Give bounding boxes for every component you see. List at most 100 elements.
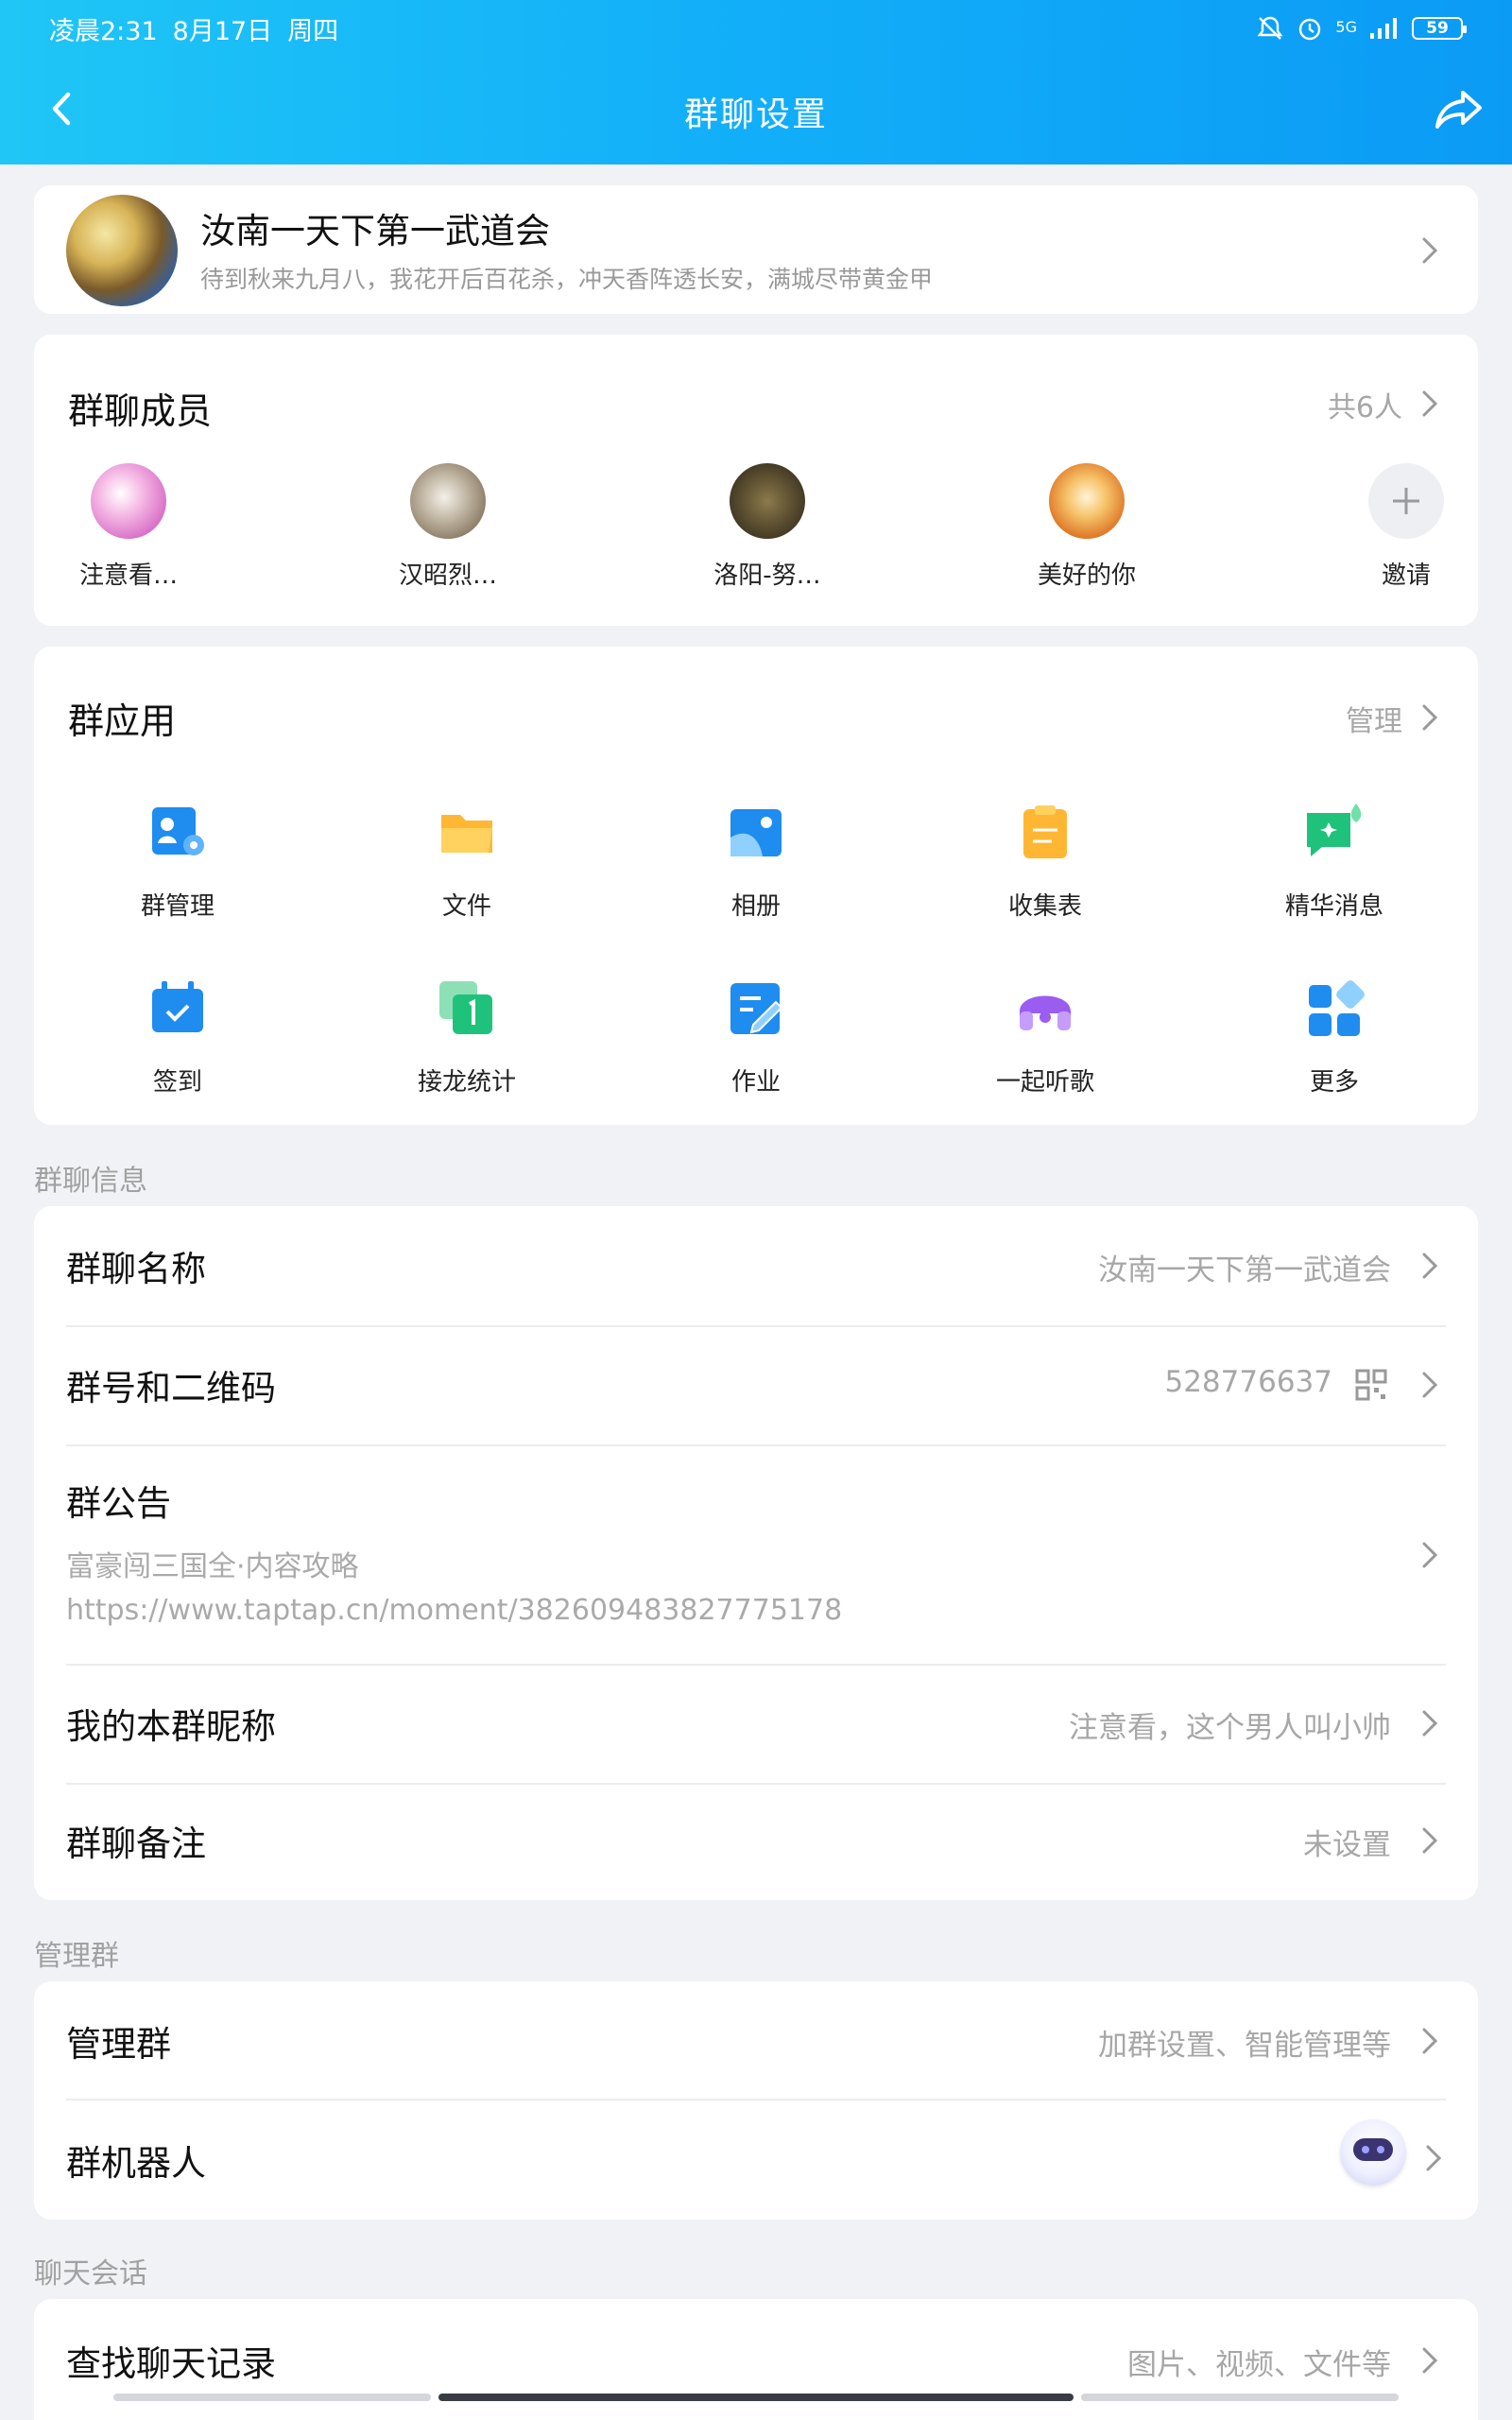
manage-card: 管理群 加群设置、智能管理等 群机器人 — [34, 1981, 1478, 2220]
member-item[interactable]: 美好的你 — [992, 463, 1181, 591]
group-info-card: 群聊名称 汝南一天下第一武道会 群号和二维码 528776637 群公告 富豪闯… — [34, 1206, 1478, 1900]
chevron-right-icon — [1422, 237, 1438, 264]
relay-icon — [439, 981, 492, 1034]
gesture-bar-left — [113, 2394, 431, 2401]
app-essence-messages[interactable]: 精华消息 — [1230, 802, 1438, 922]
member-name: 汉昭烈… — [398, 562, 497, 590]
row-title: 群公告 — [66, 1483, 171, 1524]
battery-indicator: 59 — [1412, 17, 1467, 40]
section-label-manage: 管理群 — [34, 1940, 119, 1973]
chat-card: 查找聊天记录 图片、视频、文件等 — [34, 2299, 1478, 2420]
status-date: 8月17日 — [172, 16, 273, 46]
member-item[interactable]: 汉昭烈… — [353, 463, 542, 591]
mute-bell-icon — [1258, 16, 1283, 40]
app-files[interactable]: 文件 — [363, 802, 571, 922]
member-avatar — [1049, 463, 1125, 539]
battery-level: 59 — [1426, 19, 1449, 38]
share-icon[interactable] — [1431, 83, 1486, 134]
row-title: 群机器人 — [66, 2143, 206, 2184]
chevron-right-icon — [1422, 1253, 1438, 1279]
group-avatar — [66, 195, 178, 306]
chevron-right-icon[interactable] — [1419, 701, 1440, 734]
member-name: 洛阳-努… — [713, 562, 821, 590]
group-name: 汝南一天下第一武道会 — [200, 211, 550, 251]
members-count[interactable]: 共6人 — [1328, 384, 1402, 425]
app-label: 更多 — [1309, 1068, 1359, 1097]
app-label: 一起听歌 — [995, 1068, 1094, 1097]
app-album[interactable]: 相册 — [652, 802, 860, 922]
row-value: 图片、视频、文件等 — [1127, 2348, 1391, 2382]
app-label: 精华消息 — [1284, 892, 1383, 921]
group-number-row[interactable]: 群号和二维码 528776637 — [34, 1327, 1478, 1444]
app-homework[interactable]: 作业 — [652, 977, 860, 1098]
manage-group-row[interactable]: 管理群 加群设置、智能管理等 — [34, 1981, 1478, 2099]
section-label-group-info: 群聊信息 — [34, 1165, 147, 1198]
alarm-icon — [1299, 18, 1321, 41]
robot-avatar-icon — [1340, 2119, 1406, 2186]
group-notice-row[interactable]: 群公告 富豪闯三国全·内容攻略 https://www.taptap.cn/mo… — [34, 1446, 1478, 1664]
chevron-right-icon — [1422, 1542, 1438, 1568]
apps-title: 群应用 — [68, 700, 177, 742]
status-time: 凌晨2:31 — [49, 16, 158, 46]
member-name: 美好的你 — [1037, 562, 1136, 590]
status-weekday: 周四 — [287, 16, 339, 46]
chevron-right-icon — [1422, 2347, 1438, 2374]
section-label-chat: 聊天会话 — [34, 2257, 147, 2290]
row-value: 汝南一天下第一武道会 — [1098, 1253, 1391, 1288]
app-listen-together[interactable]: 一起听歌 — [941, 977, 1149, 1098]
invite-label: 邀请 — [1381, 562, 1431, 590]
app-check-in[interactable]: 签到 — [74, 977, 282, 1098]
page-title: 群聊设置 — [683, 95, 828, 134]
gesture-bar-right — [1081, 2394, 1399, 2401]
member-item[interactable]: 洛阳-努… — [673, 463, 862, 591]
app-more[interactable]: 更多 — [1230, 977, 1438, 1098]
status-icons: 5G 59 — [1256, 14, 1467, 43]
status-bar: 凌晨2:31 8月17日 周四 5G 59 — [0, 0, 1512, 57]
row-title: 查找聊天记录 — [66, 2343, 276, 2384]
row-value: 加群设置、智能管理等 — [1098, 2029, 1391, 2063]
app-relay-stats[interactable]: 接龙统计 — [363, 977, 571, 1098]
home-indicator[interactable] — [438, 2394, 1074, 2401]
members-card: 群聊成员 共6人 注意看… 汉昭烈… 洛阳-努… 美好的你 邀请 — [34, 335, 1478, 626]
group-number: 528776637 — [1164, 1365, 1332, 1399]
chevron-right-icon — [1422, 1710, 1438, 1737]
group-profile-card[interactable]: 汝南一天下第一武道会 待到秋来九月八，我花开后百花杀，冲天香阵透长安，满城尽带黄… — [34, 185, 1478, 314]
search-history-row[interactable]: 查找聊天记录 图片、视频、文件等 — [34, 2299, 1478, 2420]
folder-icon — [441, 815, 492, 853]
group-name-row[interactable]: 群聊名称 汝南一天下第一武道会 — [34, 1206, 1478, 1325]
app-group-manage[interactable]: 群管理 — [74, 802, 282, 922]
member-item[interactable]: 注意看… — [34, 463, 223, 591]
row-title: 群聊备注 — [66, 1824, 206, 1864]
homework-icon — [730, 983, 783, 1034]
nav-bar: 群聊设置 — [0, 57, 1512, 164]
app-collection-form[interactable]: 收集表 — [941, 802, 1149, 922]
group-remark-row[interactable]: 群聊备注 未设置 — [34, 1785, 1478, 1900]
group-manage-icon — [152, 807, 204, 856]
my-nickname-row[interactable]: 我的本群昵称 注意看，这个男人叫小帅 — [34, 1666, 1478, 1783]
chevron-right-icon — [1422, 2028, 1438, 2054]
app-label: 收集表 — [1007, 892, 1082, 921]
invite-button[interactable]: 邀请 — [1312, 463, 1501, 591]
listen-together-icon — [1020, 995, 1071, 1030]
member-avatar — [730, 463, 805, 539]
row-value: 注意看，这个男人叫小帅 — [1069, 1711, 1391, 1745]
chevron-right-icon — [1422, 1827, 1438, 1854]
chevron-right-icon — [1426, 2145, 1442, 2171]
app-label: 文件 — [441, 892, 491, 921]
album-icon — [730, 809, 782, 856]
essence-message-icon — [1307, 804, 1362, 856]
apps-manage-link[interactable]: 管理 — [1346, 698, 1402, 739]
status-datetime: 凌晨2:31 8月17日 周四 — [49, 10, 338, 47]
member-avatar — [91, 463, 166, 539]
signal-icon — [1370, 18, 1397, 39]
group-robot-row[interactable]: 群机器人 — [34, 2100, 1478, 2220]
app-label: 签到 — [152, 1068, 202, 1097]
app-label: 相册 — [730, 892, 781, 921]
notice-line-1: 富豪闯三国全·内容攻略 — [66, 1550, 359, 1583]
row-value: 未设置 — [1303, 1828, 1391, 1862]
network-label: 5G — [1335, 18, 1357, 36]
row-title: 群号和二维码 — [66, 1368, 276, 1409]
row-title: 群聊名称 — [66, 1249, 206, 1289]
chevron-right-icon[interactable] — [1419, 388, 1440, 420]
header: 凌晨2:31 8月17日 周四 5G 59 群聊设置 — [0, 0, 1512, 164]
